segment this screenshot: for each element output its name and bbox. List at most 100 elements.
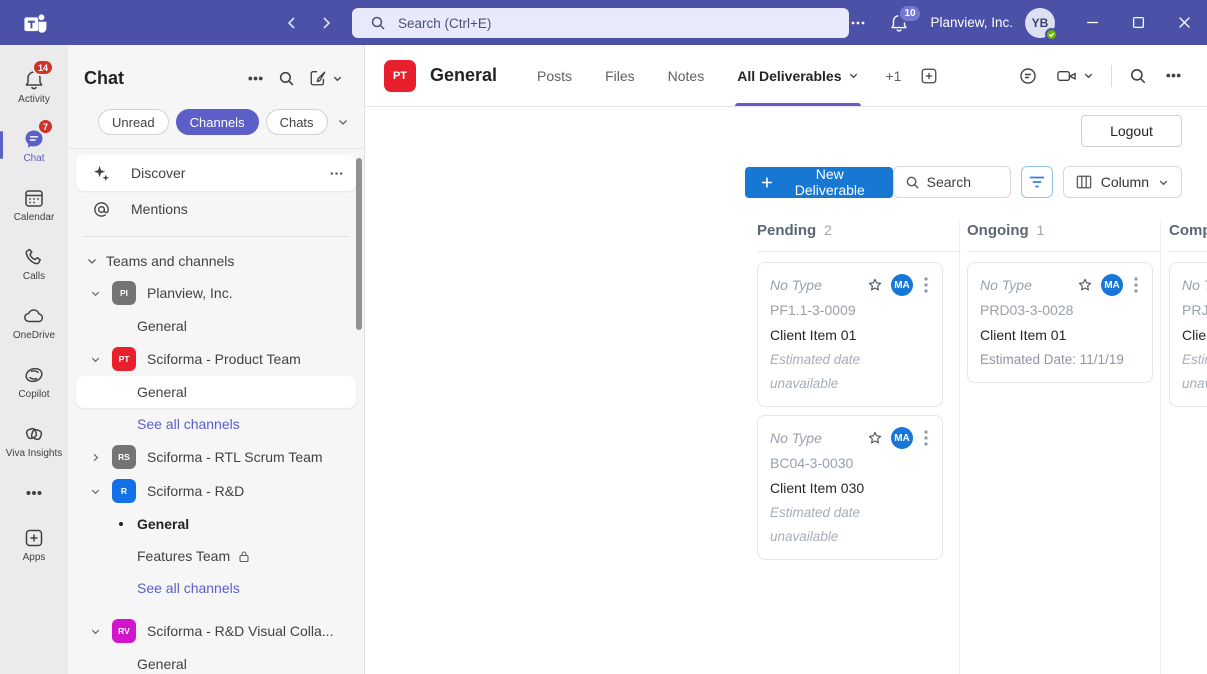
star-icon[interactable] <box>866 429 884 447</box>
rail-item-onedrive[interactable]: OneDrive <box>0 293 68 352</box>
channel-title: General <box>430 65 497 86</box>
deliverable-card[interactable]: No Type MA PRJ03-3-0037 Client Item 037 … <box>1169 262 1207 407</box>
channel-rdv-general[interactable]: General <box>76 648 356 674</box>
logout-button[interactable]: Logout <box>1081 115 1182 147</box>
new-chat-button[interactable] <box>302 65 350 91</box>
global-search[interactable] <box>352 8 849 38</box>
rail-item-chat[interactable]: 7 Chat <box>0 116 68 175</box>
app-rail: 14 Activity 7 Chat Calendar Ca <box>0 45 68 674</box>
team-avatar: R <box>112 479 136 503</box>
board-search[interactable] <box>893 166 1012 198</box>
chevron-down-icon <box>1083 70 1094 81</box>
section-teams-and-channels[interactable]: Teams and channels <box>76 246 356 276</box>
filters-expand-button[interactable] <box>335 114 351 130</box>
rail-item-copilot[interactable]: Copilot <box>0 352 68 411</box>
titlebar: 10 Planview, Inc. YB <box>0 0 1207 45</box>
rail-item-calls[interactable]: Calls <box>0 234 68 293</box>
card-menu-button[interactable] <box>922 429 930 447</box>
rail-item-apps[interactable]: Apps <box>0 515 68 574</box>
channel-rd-features-team[interactable]: Features Team <box>76 540 356 572</box>
deliverable-card[interactable]: No Type MA BC04-3-0030 Client Item 030 E… <box>757 415 943 560</box>
rail-item-activity[interactable]: 14 Activity <box>0 57 68 116</box>
back-button[interactable] <box>284 15 300 31</box>
board-filter-button[interactable] <box>1021 166 1053 198</box>
org-name[interactable]: Planview, Inc. <box>930 15 1013 30</box>
deliverable-card[interactable]: No Type MA PF1.1-3-0009 Client Item 01 E… <box>757 262 943 407</box>
channel-product-general[interactable]: General <box>76 376 356 408</box>
global-search-input[interactable] <box>398 16 849 31</box>
card-title: Client Item 030 <box>770 476 930 501</box>
notifications-button[interactable]: 10 <box>888 12 910 34</box>
column-settings-button[interactable]: Column <box>1063 166 1182 198</box>
card-date: Estimated date unavailable <box>1182 348 1207 396</box>
star-icon[interactable] <box>1076 276 1094 294</box>
notification-badge: 10 <box>898 4 921 23</box>
chevron-down-icon <box>848 70 859 81</box>
mention-at-icon <box>89 200 113 219</box>
tab-all-deliverables[interactable]: All Deliverables <box>737 45 859 106</box>
board-search-input[interactable] <box>927 174 1007 190</box>
channel-planview-general[interactable]: General <box>76 310 356 342</box>
rail-label: Copilot <box>18 390 49 400</box>
new-deliverable-button[interactable]: New Deliverable <box>745 167 893 198</box>
card-date: Estimated date unavailable <box>770 501 930 549</box>
chat-search-button[interactable] <box>271 66 302 91</box>
team-rd[interactable]: R Sciforma - R&D <box>76 474 356 508</box>
rail-item-viva-insights[interactable]: Viva Insights <box>0 411 68 470</box>
team-avatar: PI <box>112 281 136 305</box>
deliverable-card[interactable]: No Type MA PRD03-3-0028 Client Item 01 E… <box>967 262 1153 383</box>
mentions-item[interactable]: Mentions <box>76 191 356 227</box>
rail-more-apps-button[interactable] <box>0 470 68 515</box>
filter-pill-channels[interactable]: Channels <box>176 109 259 135</box>
chat-more-button[interactable] <box>240 66 271 91</box>
tab-files[interactable]: Files <box>605 45 635 106</box>
filter-pill-unread[interactable]: Unread <box>98 109 169 135</box>
tab-more-button[interactable] <box>1156 61 1191 90</box>
activity-badge: 14 <box>32 59 54 76</box>
window-close-button[interactable] <box>1161 0 1207 45</box>
window-maximize-button[interactable] <box>1115 0 1161 45</box>
divider <box>1111 65 1112 87</box>
column-title: Pending <box>757 222 816 239</box>
card-menu-button[interactable] <box>1132 276 1140 294</box>
channel-chat-button[interactable] <box>1009 60 1047 92</box>
add-tab-button[interactable] <box>917 64 941 88</box>
card-id: PRD03-3-0028 <box>980 298 1140 323</box>
columns-icon <box>1076 174 1092 190</box>
see-all-channels-link[interactable]: See all channels <box>76 408 356 440</box>
star-icon[interactable] <box>866 276 884 294</box>
filter-pill-chats[interactable]: Chats <box>266 109 328 135</box>
meet-button[interactable] <box>1047 60 1103 92</box>
card-id: PF1.1-3-0009 <box>770 298 930 323</box>
more-dots-icon <box>1165 67 1182 84</box>
card-title: Client Item 037 <box>1182 323 1207 348</box>
channel-rd-general[interactable]: General <box>76 508 356 540</box>
discover-more-button[interactable] <box>329 166 344 181</box>
card-id: PRJ03-3-0037 <box>1182 298 1207 323</box>
column-count: 2 <box>824 222 832 238</box>
tab-overflow[interactable]: +1 <box>885 68 901 84</box>
tab-search-button[interactable] <box>1120 61 1156 91</box>
rail-item-calendar[interactable]: Calendar <box>0 175 68 234</box>
user-avatar[interactable]: YB <box>1025 8 1055 38</box>
team-rd-visual[interactable]: RV Sciforma - R&D Visual Colla... <box>76 614 356 648</box>
filter-icon <box>1029 175 1045 189</box>
kebab-icon <box>1134 277 1138 293</box>
section-label: Teams and channels <box>106 253 234 269</box>
window-minimize-button[interactable] <box>1069 0 1115 45</box>
team-product[interactable]: PT Sciforma - Product Team <box>76 342 356 376</box>
team-rtl-scrum[interactable]: RS Sciforma - RTL Scrum Team <box>76 440 356 474</box>
discover-item[interactable]: Discover <box>76 155 356 191</box>
titlebar-more-button[interactable] <box>836 15 880 31</box>
see-all-channels-link[interactable]: See all channels <box>76 572 356 604</box>
tab-posts[interactable]: Posts <box>537 45 572 106</box>
board-column-pending: Pending 2 No Type MA <box>757 222 960 674</box>
forward-button[interactable] <box>318 15 334 31</box>
team-planview[interactable]: PI Planview, Inc. <box>76 276 356 310</box>
card-title: Client Item 01 <box>770 323 930 348</box>
chat-scrollbar[interactable] <box>356 158 362 330</box>
cloud-icon <box>21 304 47 328</box>
tab-notes[interactable]: Notes <box>668 45 705 106</box>
board-column-ongoing: Ongoing 1 No Type MA <box>960 222 1161 674</box>
card-menu-button[interactable] <box>922 276 930 294</box>
